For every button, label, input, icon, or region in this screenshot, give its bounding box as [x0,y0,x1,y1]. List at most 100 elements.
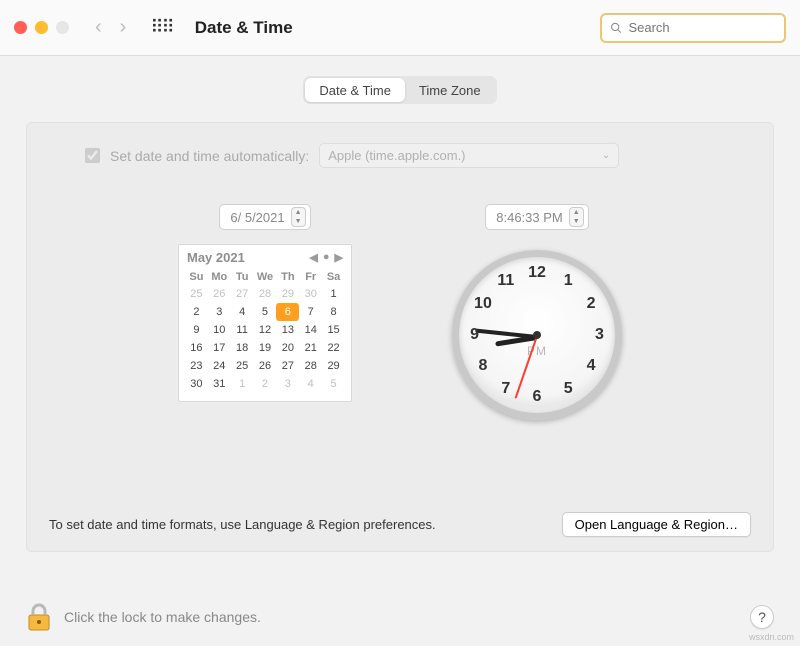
zoom-window-button[interactable] [56,21,69,34]
analog-clock[interactable]: PM 121234567891011 [452,250,622,420]
calendar-day[interactable]: 19 [254,339,277,357]
traffic-lights [14,21,69,34]
time-server-dropdown[interactable]: Apple (time.apple.com.) ⌄ [319,143,619,168]
calendar-day[interactable]: 23 [185,357,208,375]
minimize-window-button[interactable] [35,21,48,34]
clock-number: 2 [587,295,596,313]
calendar-day[interactable]: 3 [208,303,231,321]
clock-number: 1 [564,272,573,290]
calendar-dow: Tu [231,269,254,285]
auto-set-label: Set date and time automatically: [110,148,309,164]
time-stepper[interactable]: ▲▼ [569,207,584,227]
calendar-day[interactable]: 27 [231,285,254,303]
calendar-day[interactable]: 25 [185,285,208,303]
calendar-day[interactable]: 31 [208,375,231,393]
window-title: Date & Time [195,18,293,38]
lock-row: Click the lock to make changes. ? [26,602,774,632]
calendar-day[interactable]: 27 [276,357,299,375]
calendar-day[interactable]: 21 [299,339,322,357]
clock-number: 12 [528,264,546,282]
date-field-value: 6/ 5/2021 [230,210,284,225]
clock-center-pin [533,331,541,339]
calendar-dow: Su [185,269,208,285]
calendar-day[interactable]: 17 [208,339,231,357]
calendar-day[interactable]: 4 [231,303,254,321]
watermark-text: wsxdn.com [749,632,794,642]
calendar-day[interactable]: 22 [322,339,345,357]
clock-number: 4 [587,357,596,375]
calendar-day[interactable]: 4 [299,375,322,393]
date-field[interactable]: 6/ 5/2021 ▲▼ [219,204,310,230]
calendar-day[interactable]: 9 [185,321,208,339]
calendar-day[interactable]: 5 [322,375,345,393]
calendar-day[interactable]: 28 [299,357,322,375]
clock-number: 7 [501,380,510,398]
calendar-day[interactable]: 30 [299,285,322,303]
calendar-day[interactable]: 11 [231,321,254,339]
calendar-day[interactable]: 15 [322,321,345,339]
calendar-day[interactable]: 29 [322,357,345,375]
calendar-day[interactable]: 3 [276,375,299,393]
calendar-today-icon[interactable]: ● [323,251,330,264]
calendar-month-label: May 2021 [187,250,245,265]
search-icon [610,21,622,35]
calendar-day[interactable]: 1 [322,285,345,303]
calendar-day[interactable]: 2 [254,375,277,393]
time-field-value: 8:46:33 PM [496,210,563,225]
calendar-dow: Mo [208,269,231,285]
calendar-next-icon[interactable]: ▶ [335,251,343,264]
close-window-button[interactable] [14,21,27,34]
calendar-dow: Fr [299,269,322,285]
calendar-day[interactable]: 1 [231,375,254,393]
calendar-day[interactable]: 30 [185,375,208,393]
calendar-day[interactable]: 5 [254,303,277,321]
calendar-dow: We [254,269,277,285]
calendar[interactable]: May 2021 ◀ ● ▶ SuMoTuWeThFrSa25262728293… [178,244,352,402]
calendar-day[interactable]: 24 [208,357,231,375]
lock-message: Click the lock to make changes. [64,609,261,625]
time-field[interactable]: 8:46:33 PM ▲▼ [485,204,589,230]
clock-number: 10 [474,295,492,313]
calendar-day[interactable]: 2 [185,303,208,321]
tab-time-zone[interactable]: Time Zone [405,78,495,102]
open-language-region-button[interactable]: Open Language & Region… [562,512,751,537]
back-button[interactable]: ‹ [95,16,102,39]
show-all-icon[interactable]: ⠿⠿ [150,17,172,38]
calendar-day[interactable]: 16 [185,339,208,357]
calendar-day[interactable]: 26 [254,357,277,375]
forward-button[interactable]: › [120,16,127,39]
calendar-day[interactable]: 28 [254,285,277,303]
preferences-pane: Set date and time automatically: Apple (… [26,122,774,552]
calendar-day[interactable]: 26 [208,285,231,303]
calendar-day[interactable]: 12 [254,321,277,339]
calendar-dow: Sa [322,269,345,285]
tab-date-time[interactable]: Date & Time [305,78,405,102]
clock-number: 3 [595,326,604,344]
calendar-day[interactable]: 25 [231,357,254,375]
minute-hand [475,329,537,339]
calendar-day[interactable]: 8 [322,303,345,321]
calendar-day[interactable]: 18 [231,339,254,357]
calendar-day[interactable]: 13 [276,321,299,339]
calendar-prev-icon[interactable]: ◀ [309,251,317,264]
auto-set-checkbox[interactable] [85,148,100,163]
format-note: To set date and time formats, use Langua… [49,517,436,532]
nav-arrows: ‹ › [95,16,126,39]
search-input[interactable] [628,20,776,35]
date-column: 6/ 5/2021 ▲▼ May 2021 ◀ ● ▶ SuMoTuWeThFr… [178,204,352,420]
calendar-day[interactable]: 14 [299,321,322,339]
calendar-day[interactable]: 20 [276,339,299,357]
help-button[interactable]: ? [750,605,774,629]
chevron-down-icon: ⌄ [602,150,610,161]
clock-number: 9 [470,326,479,344]
window-toolbar: ‹ › ⠿⠿ Date & Time [0,0,800,56]
calendar-day[interactable]: 7 [299,303,322,321]
time-column: 8:46:33 PM ▲▼ PM 121234567891011 [452,204,622,420]
date-stepper[interactable]: ▲▼ [291,207,306,227]
calendar-day[interactable]: 10 [208,321,231,339]
calendar-day[interactable]: 29 [276,285,299,303]
calendar-day[interactable]: 6 [276,303,299,321]
time-server-value: Apple (time.apple.com.) [328,148,465,163]
search-field[interactable] [600,13,786,43]
lock-icon[interactable] [26,602,52,632]
